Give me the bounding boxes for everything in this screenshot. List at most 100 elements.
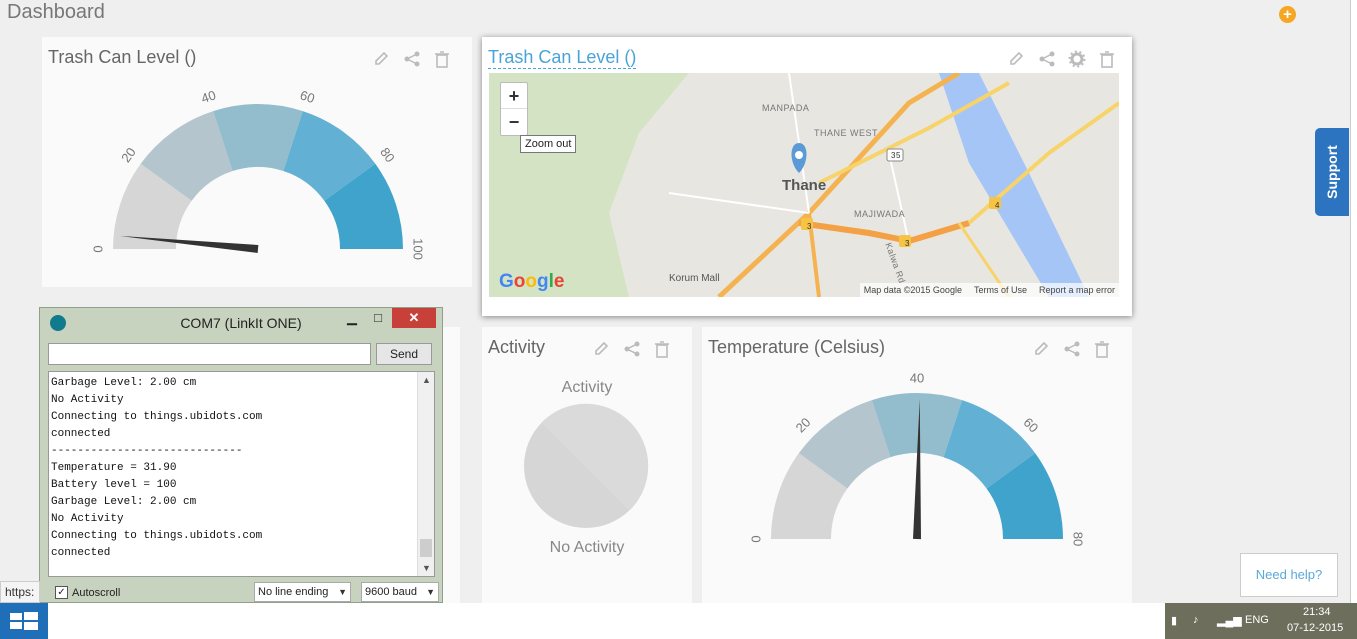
zoom-out-button[interactable]: − [501,109,527,135]
map-place-label: THANE WEST [814,128,879,138]
terms-link[interactable]: Terms of Use [974,285,1027,295]
map-place-label: MAJIWADA [854,209,906,219]
road-shield: 35 [891,151,901,160]
map-place-label: MANPADA [762,103,810,113]
window-titlebar[interactable]: COM7 (LinkIt ONE) ▁ □ ✕ [40,308,442,336]
map-city-label: Thane [782,177,827,194]
scroll-down-icon[interactable]: ▼ [418,560,434,576]
network-icon[interactable]: ▂▄▆ [1217,614,1242,627]
google-logo: Google [499,271,565,292]
serial-line: Connecting to things.ubidots.com [51,411,263,423]
baud-value: 9600 baud [365,586,417,598]
close-button[interactable]: ✕ [392,308,436,328]
maximize-button[interactable]: □ [366,308,390,328]
windows-icon [10,612,38,630]
line-ending-select[interactable]: No line ending ▼ [254,582,351,602]
add-widget-icon[interactable]: + [1279,6,1296,23]
trash-gauge: 0 20 40 60 80 100 [90,87,426,260]
report-error-link[interactable]: Report a map error [1039,285,1115,295]
gauge-tick-label: 80 [1071,532,1086,546]
autoscroll-option[interactable]: ✓ Autoscroll [55,586,120,599]
support-label: Support [1324,145,1340,199]
zoom-in-button[interactable]: + [501,83,527,109]
road-shield: 4 [995,201,1000,210]
zoom-control: + − [500,82,528,136]
gauge-tick-label: 20 [118,145,139,166]
serial-input-box[interactable] [48,343,371,365]
send-button[interactable]: Send [376,343,432,365]
system-tray: ▮ ♪ ▂▄▆ ENG 21:34 07-12-2015 [1165,603,1357,639]
serial-line: connected [51,428,111,440]
serial-line: connected [51,547,111,559]
edit-icon[interactable] [592,339,612,359]
volume-icon[interactable]: ♪ [1193,614,1199,626]
activity-widget: Activity Activity No Activity [482,327,692,603]
gauge-tick-label: 60 [1020,415,1041,436]
serial-line: Garbage Level: 2.00 cm [51,377,197,389]
map-attribution: Map data ©2015 Google [863,285,962,295]
map-view[interactable]: 3 3 4 35 Kalwa Rd + − Zoom out MANPADA T… [489,73,1119,297]
activity-status: No Activity [549,539,625,556]
status-url: https: [0,581,40,603]
widget-title-link[interactable]: Trash Can Level () [488,47,637,69]
gauge-tick-label: 20 [793,415,814,436]
language-indicator[interactable]: ENG [1245,614,1269,626]
chevron-down-icon: ▼ [426,587,435,597]
edit-icon[interactable] [1007,49,1027,69]
gauge-tick-label: 60 [298,87,316,106]
taskbar: ▮ ♪ ▂▄▆ ENG 21:34 07-12-2015 [0,603,1357,639]
gauge-tick-label: 80 [377,145,398,166]
line-ending-value: No line ending [258,586,329,598]
serial-output: Garbage Level: 2.00 cm No Activity Connect… [48,371,435,577]
serial-line: Temperature = 31.90 [51,462,177,474]
autoscroll-checkbox[interactable]: ✓ [55,586,68,599]
start-button[interactable] [0,603,48,639]
gauge-tick-label: 100 [411,238,426,260]
serial-line: Garbage Level: 2.00 cm [51,496,197,508]
temperature-widget: Temperature (Celsius) 0 20 40 60 80 [702,327,1132,603]
share-icon[interactable] [622,339,642,359]
minimize-button[interactable]: ▁ [340,308,364,328]
serial-lines: Garbage Level: 2.00 cm No Activity Connect… [51,375,262,562]
page-scrollbar[interactable] [1350,0,1357,603]
widget-title: Activity [488,337,546,357]
serial-input[interactable] [49,344,370,364]
gauge-tick-label: 40 [199,87,217,106]
trash-map-widget: Trash Can Level () 3 3 4 35 Kalwa Rd + −… [482,37,1132,316]
gauge-tick-label: 0 [90,245,105,252]
gear-icon[interactable] [1067,49,1087,69]
activity-indicator [524,403,649,528]
map-poi-label: Korum Mall [669,273,720,284]
temperature-gauge: 0 20 40 60 80 [748,370,1086,546]
zoom-tooltip: Zoom out [520,135,577,153]
share-icon[interactable] [1037,49,1057,69]
activity-chart-label: Activity [561,379,613,396]
clock-date[interactable]: 07-12-2015 [1287,622,1343,634]
map-footer: Map data ©2015 Google Terms of Use Repor… [859,283,1119,297]
trash-gauge-widget: Trash Can Level () 0 20 40 60 80 100 [42,37,472,287]
support-tab[interactable]: Support [1315,128,1349,216]
gauge-tick-label: 0 [748,535,763,542]
need-help-button[interactable]: Need help? [1240,553,1338,597]
serial-line: Battery level = 100 [51,479,177,491]
scroll-up-icon[interactable]: ▲ [418,372,434,388]
serial-line: Connecting to things.ubidots.com [51,530,263,542]
serial-line: No Activity [51,513,124,525]
delete-icon[interactable] [652,339,672,359]
road-shield: 3 [807,222,812,231]
serial-line: ----------------------------- [51,445,243,457]
scrollbar[interactable]: ▲ ▼ [417,372,434,576]
chevron-down-icon: ▼ [338,587,347,597]
scroll-thumb[interactable] [420,539,432,557]
gauge-tick-label: 40 [910,370,924,385]
page-title: Dashboard [7,1,105,23]
baud-select[interactable]: 9600 baud ▼ [361,582,439,602]
battery-icon[interactable]: ▮ [1171,614,1177,627]
serial-options-bar: ✓ Autoscroll No line ending ▼ 9600 baud … [48,582,439,602]
autoscroll-label: Autoscroll [72,586,121,599]
delete-icon[interactable] [1097,49,1117,69]
road-shield: 3 [905,239,910,248]
clock-time[interactable]: 21:34 [1303,606,1331,618]
serial-line: No Activity [51,394,124,406]
serial-monitor-window: COM7 (LinkIt ONE) ▁ □ ✕ Send Garbage Lev… [39,307,443,603]
